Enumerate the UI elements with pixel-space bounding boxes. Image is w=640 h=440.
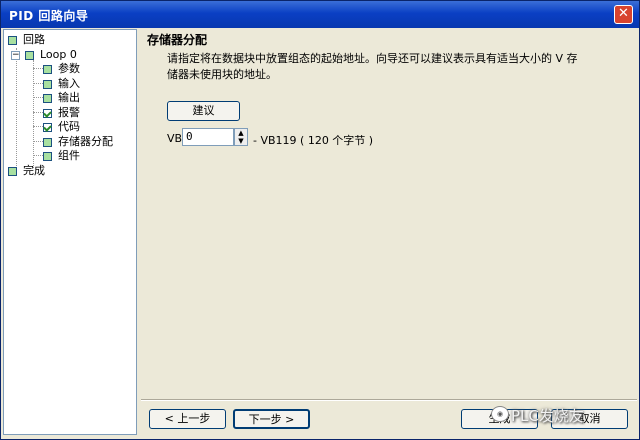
window-title: PID 回路向导 xyxy=(9,9,89,23)
spin-up-icon[interactable]: ▲ xyxy=(235,129,247,137)
tree-connector xyxy=(33,155,43,156)
checkbox-icon xyxy=(8,35,17,45)
tree-connector xyxy=(33,60,34,168)
vb-label: VB xyxy=(167,132,183,145)
tree-item-input[interactable]: 输入 xyxy=(43,77,80,91)
close-icon[interactable]: ✕ xyxy=(614,5,633,24)
tree-connector xyxy=(33,126,43,127)
tree-item-params[interactable]: 参数 xyxy=(43,62,80,76)
tree-item-label: 组件 xyxy=(58,149,80,162)
memory-allocation-panel: 存储器分配 请指定将在数据块中放置组态的起始地址。向导还可以建议表示具有适当大小… xyxy=(141,29,637,435)
wizard-nav-tree: − 回路 Loop 0 参数 输入 输出 报警 代码 存储器分配 组件 完成 xyxy=(3,29,137,435)
tree-item-label: 输出 xyxy=(58,91,80,104)
checkbox-icon xyxy=(43,93,52,103)
tree-connector xyxy=(33,97,43,98)
footer-divider xyxy=(141,399,637,401)
vb-address-input[interactable]: 0 xyxy=(182,128,234,146)
tree-connector xyxy=(33,83,43,84)
tree-item-finish[interactable]: 完成 xyxy=(8,164,45,178)
collapse-icon[interactable]: − xyxy=(11,51,20,60)
pid-wizard-window: PID 回路向导 ✕ − 回路 Loop 0 参数 输入 输出 报警 代码 存储… xyxy=(0,0,640,440)
watermark: PLC发烧友 xyxy=(511,407,584,425)
checkbox-icon xyxy=(43,151,52,161)
tree-item-label: 报警 xyxy=(58,106,80,119)
checkbox-icon xyxy=(8,166,17,176)
tree-item-code[interactable]: 代码 xyxy=(43,120,80,134)
checkbox-checked-icon xyxy=(43,122,52,132)
tree-item-label: Loop 0 xyxy=(40,48,77,61)
checkbox-icon xyxy=(43,79,52,89)
checkbox-icon xyxy=(43,137,52,147)
next-button[interactable]: 下一步 > xyxy=(233,409,310,429)
wechat-icon: ◉ xyxy=(491,406,509,422)
tree-item-output[interactable]: 输出 xyxy=(43,91,80,105)
prev-button[interactable]: < 上一步 xyxy=(149,409,226,429)
vb-range-text: - VB119 ( 120 个字节 ) xyxy=(253,134,374,147)
tree-item-label: 输入 xyxy=(58,77,80,90)
tree-item-label: 回路 xyxy=(23,33,45,46)
checkbox-checked-icon xyxy=(43,108,52,118)
description-text: 请指定将在数据块中放置组态的起始地址。向导还可以建议表示具有适当大小的 V 存储… xyxy=(167,52,578,81)
address-spinner[interactable]: ▲ ▼ xyxy=(234,128,248,146)
tree-item-components[interactable]: 组件 xyxy=(43,149,80,163)
tree-item-loop-root[interactable]: 回路 xyxy=(8,33,45,47)
tree-item-label: 完成 xyxy=(23,164,45,177)
tree-item-label: 代码 xyxy=(58,120,80,133)
tree-item-loop0[interactable]: Loop 0 xyxy=(25,48,77,62)
suggest-button[interactable]: 建议 xyxy=(167,101,240,121)
section-title: 存储器分配 xyxy=(147,33,208,47)
tree-connector xyxy=(33,141,43,142)
tree-item-label: 参数 xyxy=(58,62,80,75)
tree-item-memory[interactable]: 存储器分配 xyxy=(43,135,113,149)
tree-item-label: 存储器分配 xyxy=(58,135,113,148)
title-bar[interactable]: PID 回路向导 ✕ xyxy=(1,1,639,28)
tree-connector xyxy=(33,68,43,69)
tree-connector xyxy=(33,112,43,113)
spin-down-icon[interactable]: ▼ xyxy=(235,137,247,145)
checkbox-icon xyxy=(43,64,52,74)
tree-item-alarm[interactable]: 报警 xyxy=(43,106,80,120)
tree-connector xyxy=(16,48,17,170)
checkbox-icon xyxy=(25,50,34,60)
